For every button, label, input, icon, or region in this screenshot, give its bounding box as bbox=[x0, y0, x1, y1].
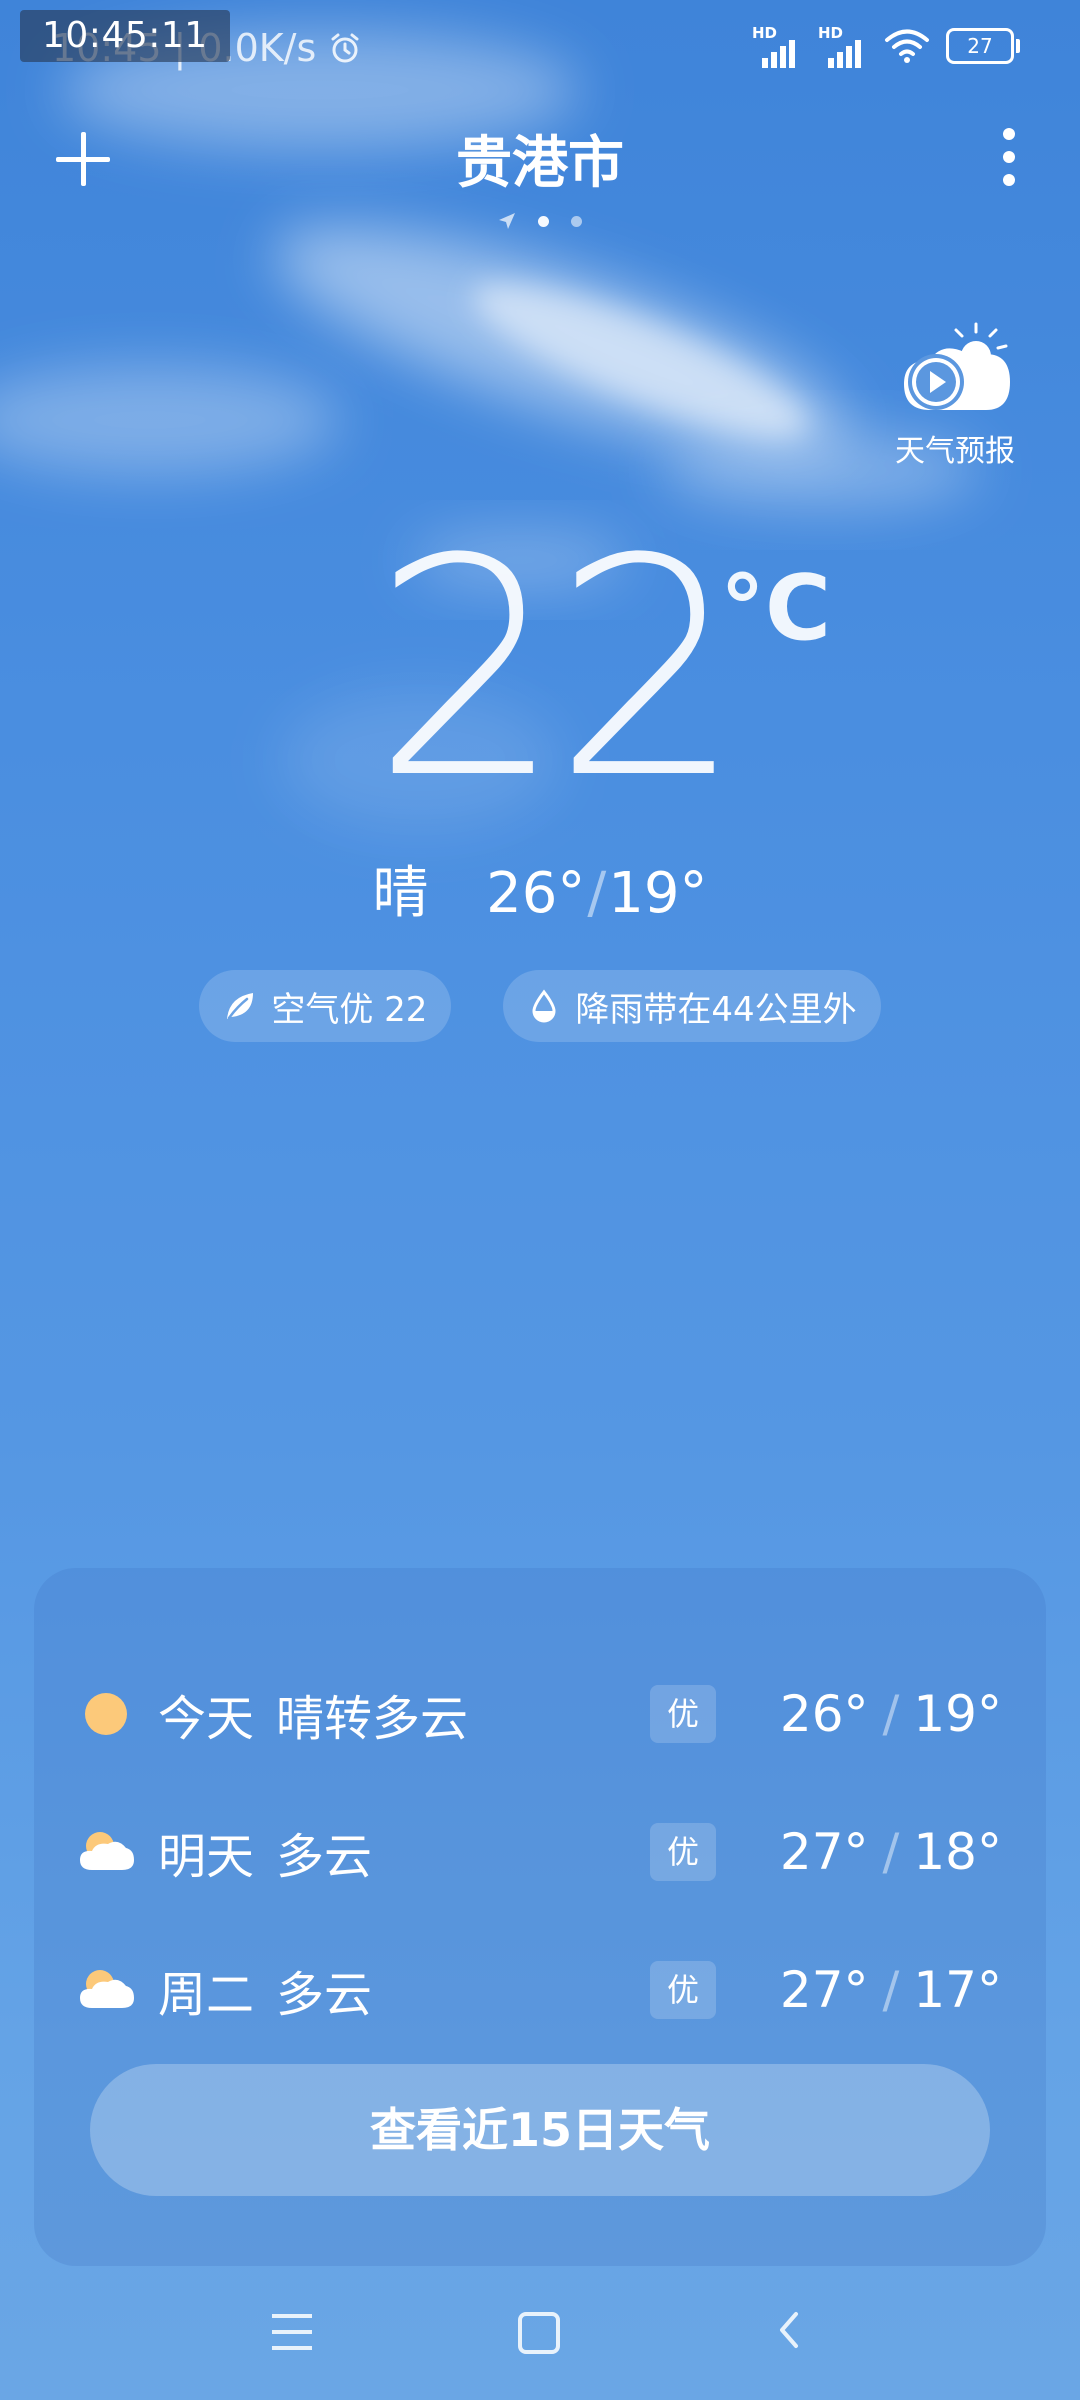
aqi-badge: 优 bbox=[650, 1823, 716, 1881]
forecast-day: 明天 bbox=[158, 1829, 255, 1885]
navigation-bar bbox=[0, 2300, 1080, 2360]
location-arrow-icon bbox=[499, 213, 515, 229]
forecast-temps: 27°/18° bbox=[779, 1823, 1002, 1881]
air-quality-text: 空气优 22 bbox=[271, 989, 428, 1030]
signal-icon: HD bbox=[818, 24, 868, 68]
view-15-day-button[interactable]: 查看近15日天气 bbox=[90, 2064, 990, 2196]
air-quality-pill[interactable]: 空气优 22 bbox=[199, 970, 452, 1042]
play-weather-icon bbox=[904, 322, 1010, 410]
today-low: 19° bbox=[608, 861, 708, 926]
info-pills: 空气优 22 降雨带在44公里外 bbox=[0, 970, 1080, 1042]
temperature-unit: °C bbox=[720, 556, 832, 661]
more-options-button[interactable] bbox=[994, 128, 1024, 186]
status-bar-right: HD HD 27 bbox=[752, 24, 1020, 68]
today-high: 26° bbox=[486, 861, 586, 926]
aqi-badge: 优 bbox=[650, 1961, 716, 2019]
rain-band-text: 降雨带在44公里外 bbox=[575, 989, 857, 1030]
time-overlay: 10:45:11 bbox=[20, 10, 230, 62]
current-condition-line: 晴 26°/19° bbox=[372, 861, 708, 926]
battery-icon: 27 bbox=[946, 28, 1020, 64]
forecast-temps: 27°/17° bbox=[779, 1961, 1002, 2019]
water-drop-icon bbox=[532, 989, 556, 1023]
signal-icon: HD bbox=[752, 24, 802, 68]
current-temperature: 22 bbox=[372, 495, 744, 844]
city-title[interactable]: 贵港市 bbox=[0, 118, 1080, 199]
forecast-card: 今天 晴转多云 优 26°/19° 明天 多云 优 27°/18° 周二 多云 … bbox=[34, 1568, 1046, 2266]
leaf-icon bbox=[227, 993, 254, 1020]
page-dot bbox=[571, 215, 582, 227]
forecast-row-tuesday[interactable]: 周二 多云 优 27°/17° bbox=[34, 1950, 1046, 2030]
forecast-row-today[interactable]: 今天 晴转多云 优 26°/19° bbox=[34, 1674, 1046, 1754]
forecast-day: 今天 bbox=[158, 1691, 255, 1747]
recent-apps-button[interactable] bbox=[272, 2314, 312, 2350]
alarm-icon bbox=[331, 33, 359, 63]
sun-icon bbox=[85, 1693, 127, 1735]
forecast-row-tomorrow[interactable]: 明天 多云 优 27°/18° bbox=[34, 1812, 1046, 1892]
forecast-condition: 多云 bbox=[276, 1967, 373, 2023]
partly-cloudy-icon bbox=[80, 1970, 134, 2008]
forecast-day: 周二 bbox=[158, 1967, 255, 2023]
aqi-badge: 优 bbox=[650, 1685, 716, 1743]
partly-cloudy-icon bbox=[80, 1832, 134, 1870]
current-condition: 晴 bbox=[372, 861, 429, 926]
home-button[interactable] bbox=[518, 2312, 560, 2354]
page-indicator bbox=[0, 212, 1080, 230]
forecast-video-label: 天气预报 bbox=[895, 434, 1015, 469]
rain-band-pill[interactable]: 降雨带在44公里外 bbox=[503, 970, 881, 1042]
page-dot-active bbox=[538, 215, 549, 227]
forecast-condition: 多云 bbox=[276, 1829, 373, 1885]
weather-forecast-video-button[interactable]: 天气预报 bbox=[890, 322, 1020, 470]
forecast-condition: 晴转多云 bbox=[276, 1691, 469, 1747]
back-button[interactable] bbox=[770, 2310, 810, 2350]
wifi-icon bbox=[885, 29, 929, 63]
forecast-temps: 26°/19° bbox=[779, 1685, 1002, 1743]
